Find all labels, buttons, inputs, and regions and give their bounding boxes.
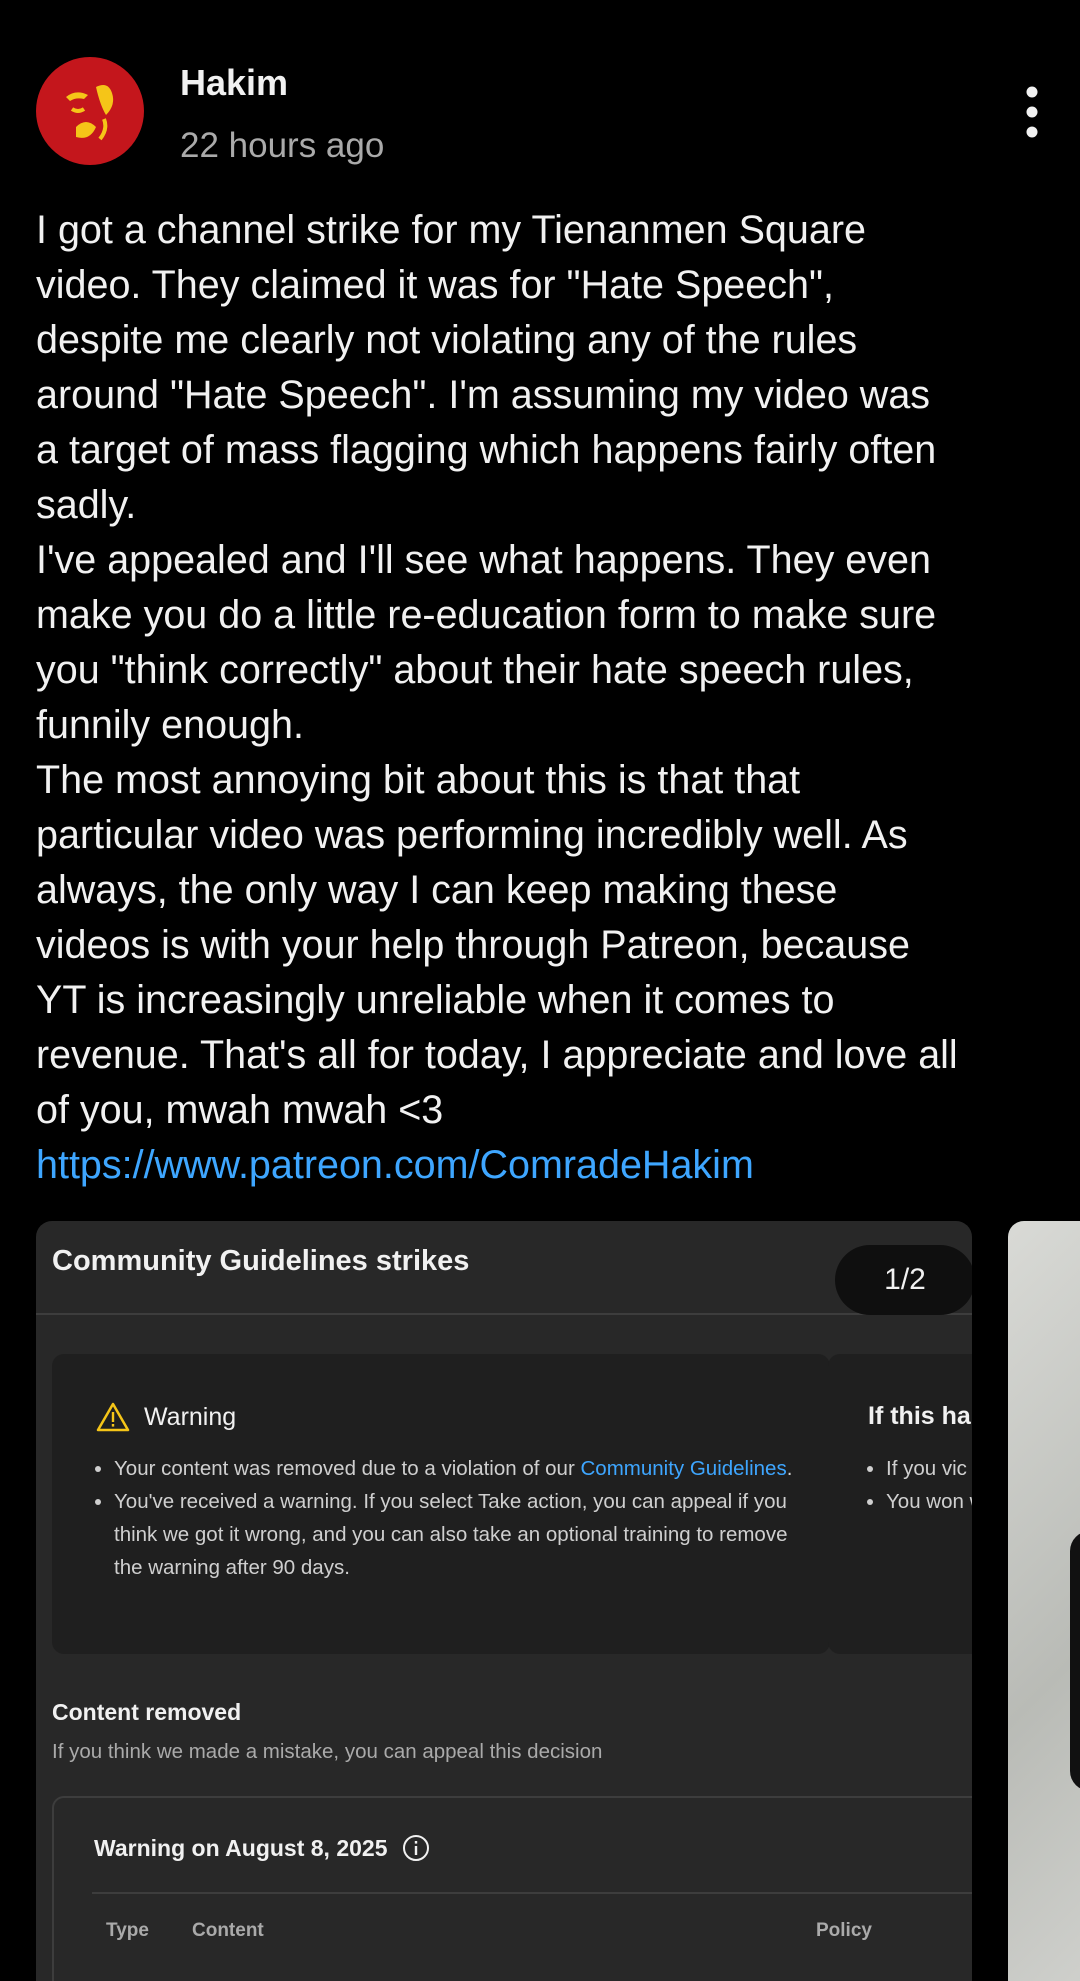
post-paragraph: The most annoying bit about this is that…	[36, 758, 958, 1132]
post-timestamp: 22 hours ago	[180, 126, 385, 165]
warning-title-text: Warning	[144, 1402, 237, 1431]
warning-item-end: .	[786, 1457, 793, 1480]
post-paragraph: I got a channel strike for my Tienanmen …	[36, 208, 937, 527]
side-item: You won week.	[886, 1485, 972, 1518]
community-guidelines-link[interactable]: Community Guidelines	[580, 1457, 786, 1480]
side-list: If you vic policy t You won week.	[862, 1452, 972, 1518]
table-title-text: Warning on August 8, 2025	[94, 1834, 388, 1861]
card-title: Community Guidelines strikes	[52, 1245, 470, 1277]
warning-triangle-icon	[96, 1402, 130, 1432]
attached-image-next[interactable]	[1008, 1221, 1080, 1981]
warning-panel: Warning Your content was removed due to …	[52, 1354, 830, 1654]
strike-table: Warning on August 8, 2025 Type Content P…	[52, 1796, 972, 1981]
info-icon[interactable]	[402, 1834, 430, 1862]
post-body: I got a channel strike for my Tienanmen …	[36, 203, 1056, 1193]
side-panel-title: If this hap	[868, 1402, 972, 1430]
column-header-type: Type	[106, 1920, 149, 1941]
page-indicator: 1/2	[835, 1245, 972, 1315]
side-item: If you vic policy t	[886, 1452, 972, 1485]
more-options-button[interactable]	[1012, 82, 1052, 142]
warning-item-text: Your content was removed due to a violat…	[114, 1457, 581, 1480]
column-header-policy: Policy	[816, 1920, 872, 1941]
warning-title: Warning	[96, 1402, 236, 1432]
more-vertical-icon	[1026, 86, 1038, 138]
photo-subject	[1070, 1531, 1080, 1791]
patreon-link[interactable]: https://www.patreon.com/ComradeHakim	[36, 1143, 754, 1187]
warning-list: Your content was removed due to a violat…	[90, 1452, 814, 1584]
avatar-logo-icon	[66, 85, 114, 141]
warning-item: Your content was removed due to a violat…	[114, 1452, 814, 1485]
card-header: Community Guidelines strikes	[36, 1221, 972, 1315]
warning-item: You've received a warning. If you select…	[114, 1485, 814, 1584]
author-name[interactable]: Hakim	[180, 62, 288, 104]
post-paragraph: I've appealed and I'll see what happens.…	[36, 538, 937, 747]
avatar[interactable]	[36, 57, 144, 165]
content-removed-subtitle: If you think we made a mistake, you can …	[52, 1740, 603, 1763]
table-title: Warning on August 8, 2025	[94, 1834, 430, 1862]
column-header-content: Content	[192, 1920, 264, 1941]
content-removed-title: Content removed	[52, 1699, 242, 1725]
table-divider	[92, 1892, 972, 1894]
attached-image-strikes[interactable]: Community Guidelines strikes Warning You…	[36, 1221, 972, 1981]
side-panel: If this hap If you vic policy t You won …	[828, 1354, 972, 1654]
